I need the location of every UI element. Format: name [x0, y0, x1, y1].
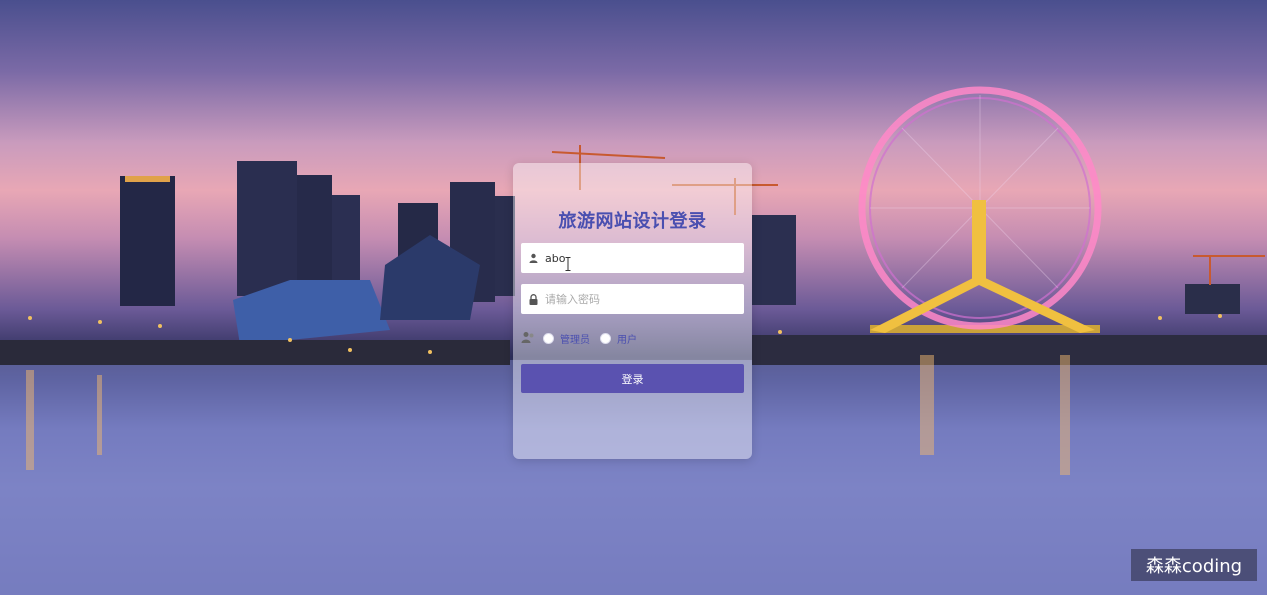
watermark: 森森coding [1131, 549, 1257, 581]
role-option-user[interactable]: 用户 [600, 331, 637, 346]
role-radio-admin[interactable] [543, 332, 554, 344]
username-field[interactable] [521, 243, 744, 273]
login-title: 旅游网站设计登录 [558, 211, 707, 232]
role-option-admin[interactable]: 管理员 [543, 331, 590, 346]
login-card: 旅游网站设计登录 管理员 [513, 163, 752, 459]
role-label-admin: 管理员 [560, 334, 590, 346]
username-input[interactable] [543, 251, 737, 265]
role-icon [521, 331, 537, 346]
user-icon [523, 253, 543, 263]
text-cursor-icon [565, 256, 571, 271]
role-selector: 管理员 用户 [521, 329, 744, 347]
password-field[interactable] [521, 284, 744, 314]
role-label-user: 用户 [617, 334, 637, 346]
login-button[interactable]: 登录 [521, 364, 744, 393]
role-radio-user[interactable] [600, 332, 611, 344]
lock-icon [523, 293, 543, 305]
password-input[interactable] [543, 292, 737, 306]
